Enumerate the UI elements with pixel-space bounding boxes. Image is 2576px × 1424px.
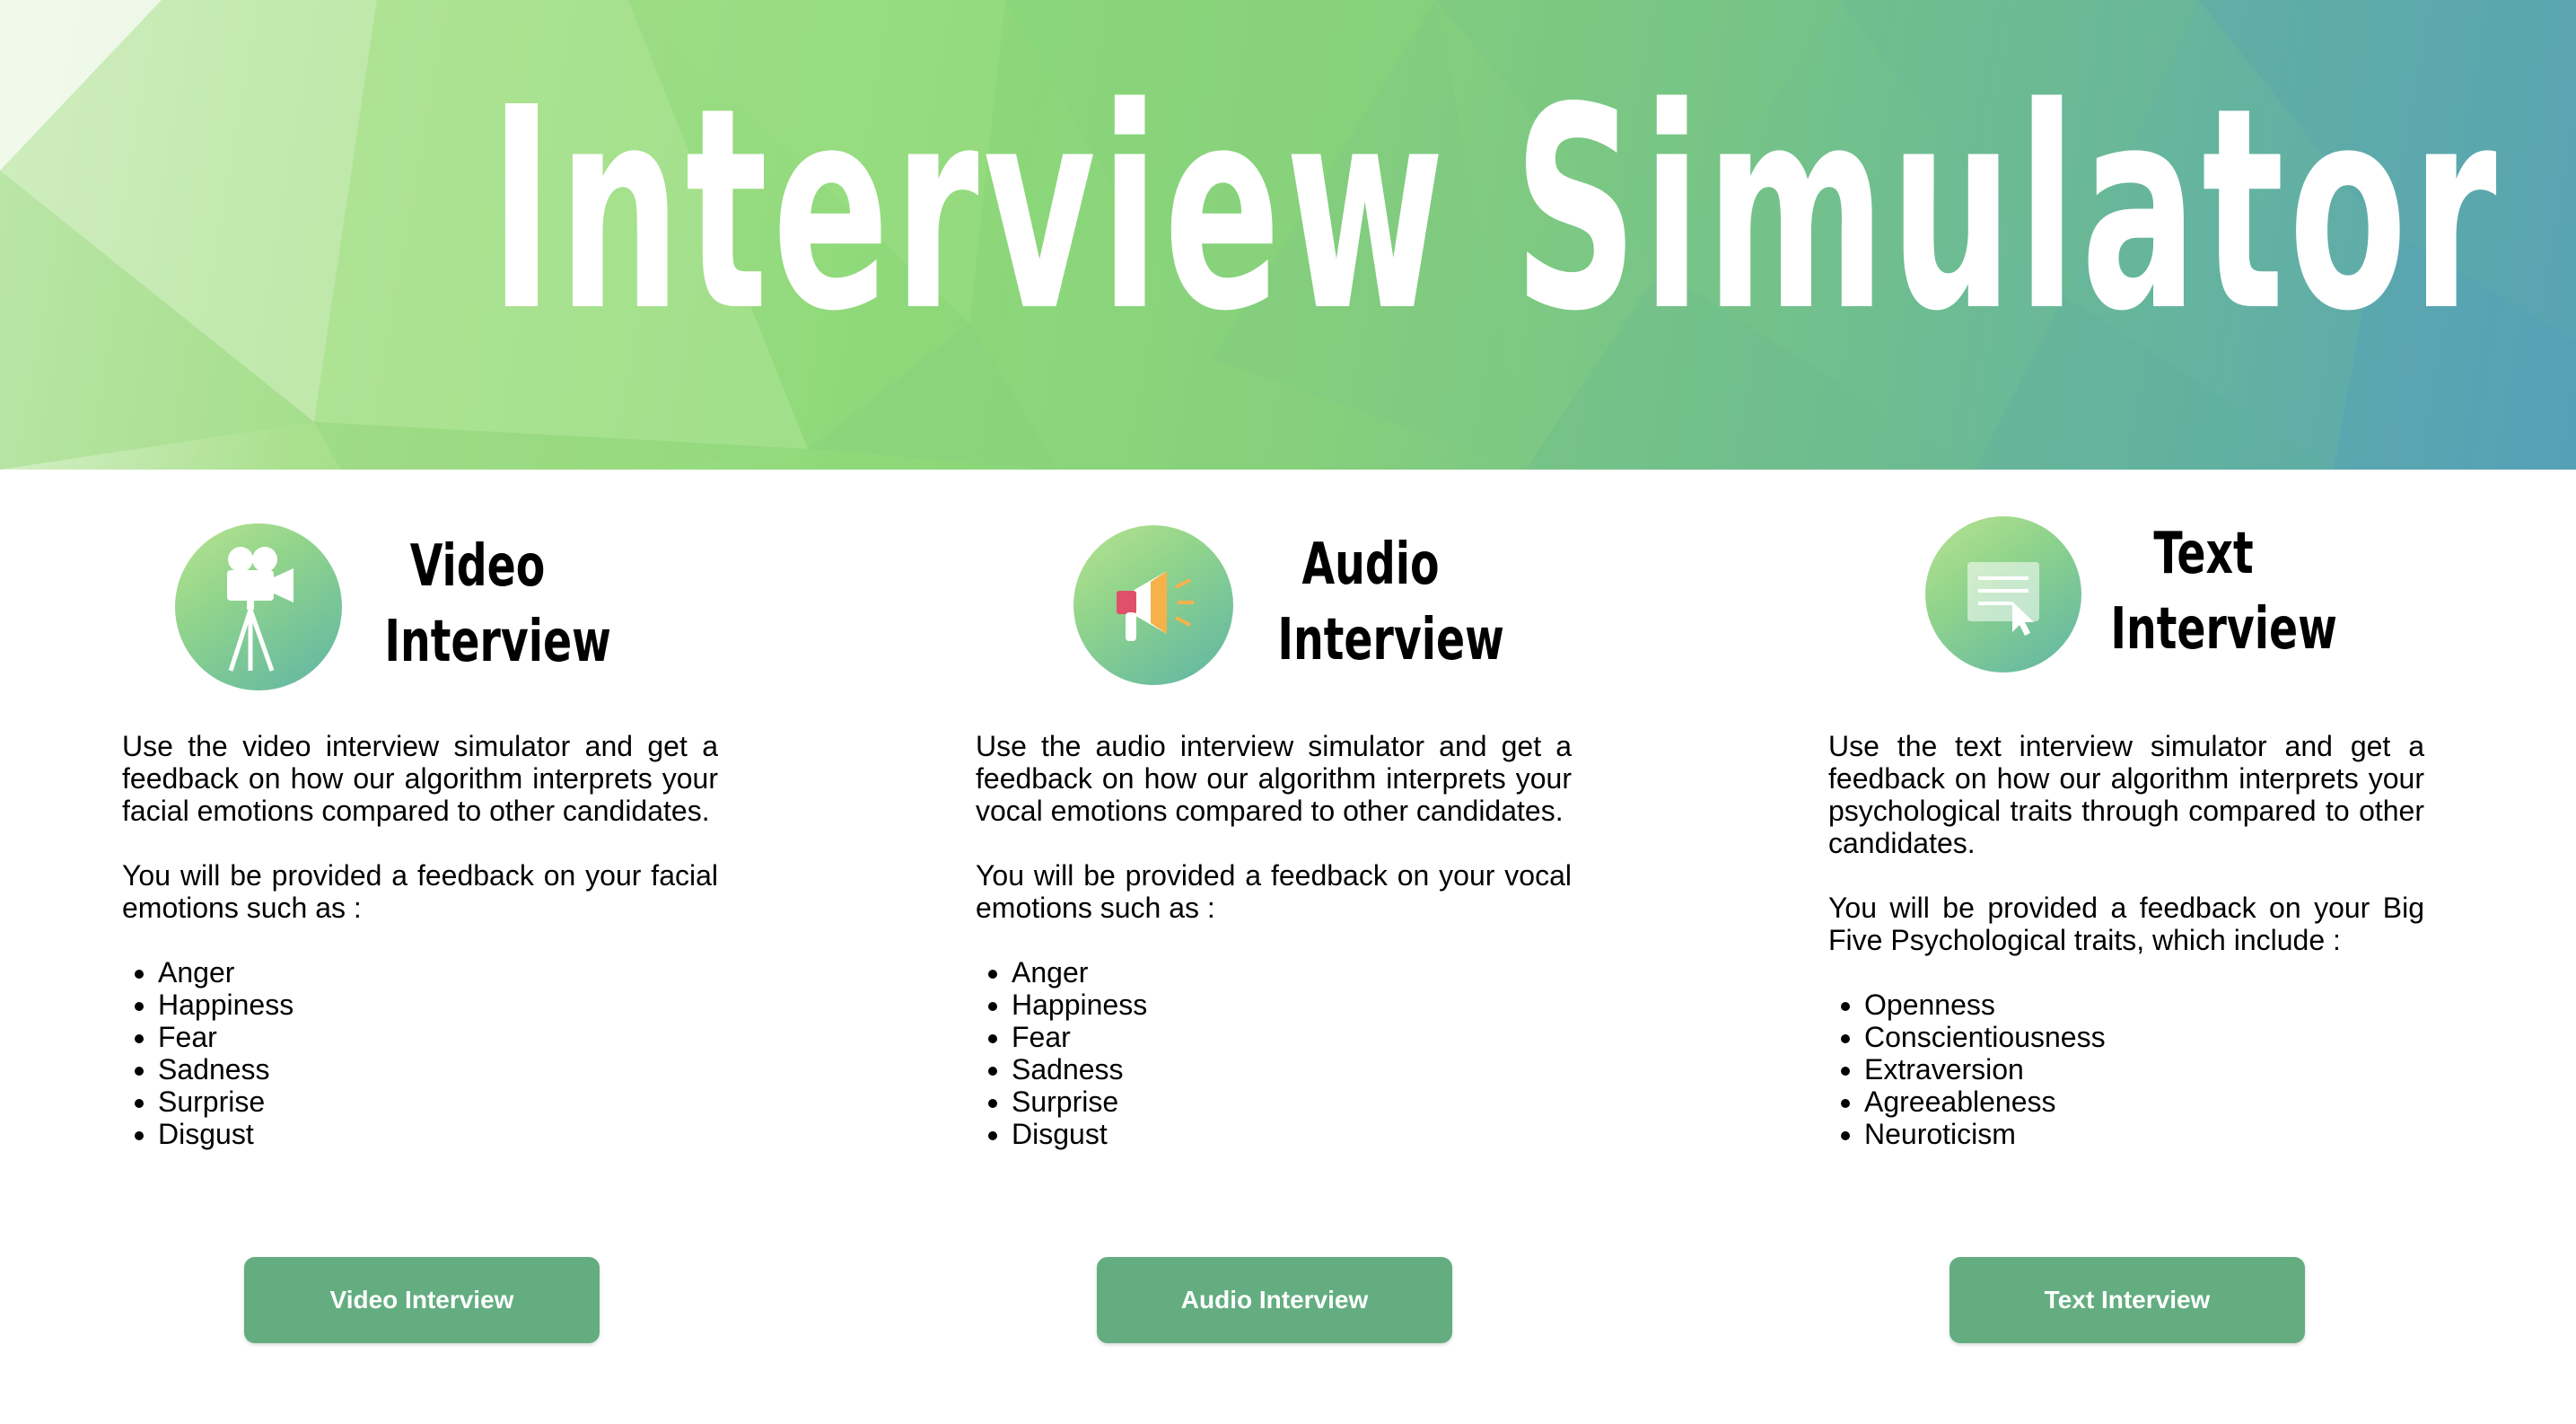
video-card-description: Use the video interview simulator and ge… [122,730,718,827]
audio-card-description: Use the audio interview simulator and ge… [976,730,1572,827]
list-item: Disgust [158,1118,718,1150]
big-five-traits-list: Openness Conscientiousness Extraversion … [1828,989,2424,1150]
text-card-title-line1: Text [2153,521,2254,587]
video-camera-icon [175,523,342,690]
audio-card-text: Use the audio interview simulator and ge… [976,730,1572,1150]
text-card-text: Use the text interview simulator and get… [1828,730,2424,1150]
video-emotion-list: Anger Happiness Fear Sadness Surprise Di… [122,956,718,1150]
list-item: Sadness [158,1053,718,1086]
list-item: Disgust [1012,1118,1572,1150]
list-item: Happiness [1012,989,1572,1021]
audio-card-title: Audio Interview [1277,527,1504,678]
audio-card-title-line2: Interview [1277,607,1504,673]
list-item: Fear [1012,1021,1572,1053]
list-item: Anger [158,956,718,989]
text-card-description: Use the text interview simulator and get… [1828,730,2424,859]
list-item: Sadness [1012,1053,1572,1086]
video-card-text: Use the video interview simulator and ge… [122,730,718,1150]
video-card-title-line2: Interview [384,609,611,675]
text-interview-card: Text Interview Use the text interview si… [1705,470,2513,1424]
list-item: Agreeableness [1864,1086,2424,1118]
audio-interview-button[interactable]: Audio Interview [1097,1257,1452,1343]
video-interview-card: Video Interview Use the video interview … [0,470,808,1424]
hero-banner: Interview Simulator [0,0,2576,470]
list-item: Surprise [158,1086,718,1118]
list-item: Conscientiousness [1864,1021,2424,1053]
video-card-feedback-intro: You will be provided a feedback on your … [122,859,718,924]
list-item: Happiness [158,989,718,1021]
text-card-feedback-intro: You will be provided a feedback on your … [1828,892,2424,956]
list-item: Neuroticism [1864,1118,2424,1150]
video-card-title: Video Interview [384,529,611,680]
page-title: Interview Simulator [489,48,2502,373]
video-interview-button[interactable]: Video Interview [244,1257,600,1343]
text-card-title: Text Interview [2110,516,2337,667]
list-item: Extraversion [1864,1053,2424,1086]
text-interview-button[interactable]: Text Interview [1950,1257,2305,1343]
list-item: Anger [1012,956,1572,989]
video-card-title-line1: Video [409,533,546,600]
list-item: Surprise [1012,1086,1572,1118]
list-item: Fear [158,1021,718,1053]
audio-emotion-list: Anger Happiness Fear Sadness Surprise Di… [976,956,1572,1150]
audio-interview-card: Audio Interview Use the audio interview … [853,470,1660,1424]
text-card-title-line2: Interview [2110,596,2337,663]
audio-card-feedback-intro: You will be provided a feedback on your … [976,859,1572,924]
list-item: Openness [1864,989,2424,1021]
text-document-cursor-icon [1925,516,2081,672]
audio-card-title-line1: Audio [1301,532,1440,598]
megaphone-icon [1073,525,1233,685]
